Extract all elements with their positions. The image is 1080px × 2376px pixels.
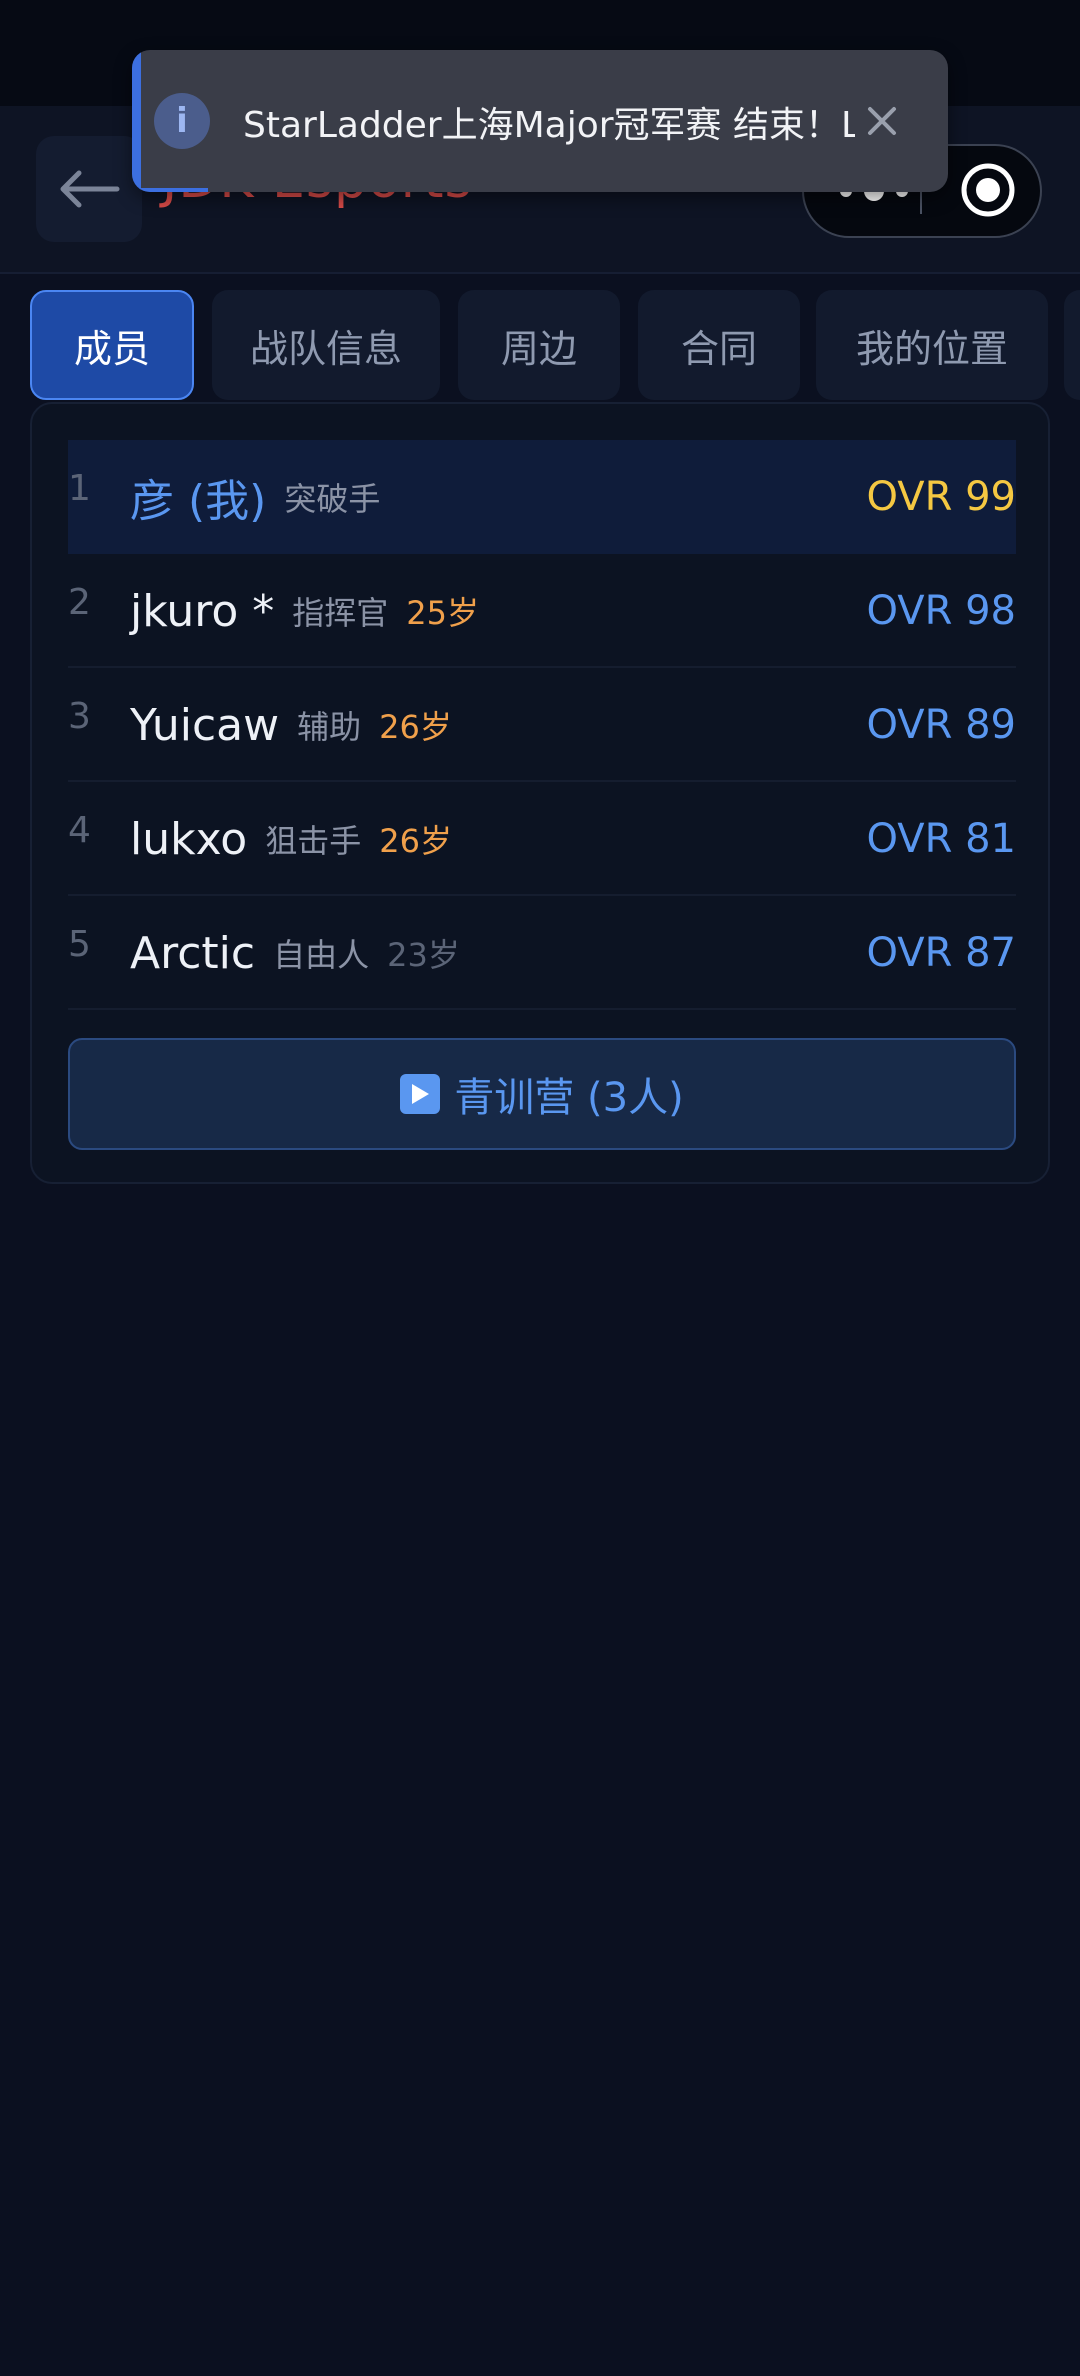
- player-name: lukxo: [130, 813, 248, 865]
- roster-row[interactable]: 5 Arctic 自由人 23岁 OVR 87: [68, 896, 1016, 1010]
- roster-row[interactable]: 3 Yuicaw 辅助 26岁 OVR 89: [68, 668, 1016, 782]
- roster-row[interactable]: 4 lukxo 狙击手 26岁 OVR 81: [68, 782, 1016, 896]
- tab-bar: 成员 战队信息 周边 合同 我的位置: [0, 288, 1080, 402]
- player-ovr: OVR 89: [866, 702, 1016, 748]
- roster-card: 1 彦 (我) 突破手 OVR 99 2 jkuro * 指挥官 25岁 OVR…: [30, 402, 1050, 1184]
- youth-camp-label: 青训营 (3人): [454, 1075, 684, 1121]
- player-rank: 4: [68, 810, 91, 851]
- player-role: 指挥官: [292, 594, 389, 632]
- tab-overflow[interactable]: [1064, 290, 1080, 400]
- roster-row[interactable]: 2 jkuro * 指挥官 25岁 OVR 98: [68, 554, 1016, 668]
- player-ovr: OVR 87: [866, 930, 1016, 976]
- player-ovr: OVR 81: [866, 816, 1016, 862]
- notification-toast: i StarLadder上海Major冠军赛 结束！L: [132, 50, 948, 192]
- player-role: 狙击手: [265, 822, 362, 860]
- player-rank: 1: [68, 468, 91, 509]
- target-icon[interactable]: [956, 158, 1020, 222]
- player-rank: 3: [68, 696, 91, 737]
- player-role: 自由人: [273, 936, 370, 974]
- player-ovr: OVR 98: [866, 588, 1016, 634]
- back-button[interactable]: [36, 136, 142, 242]
- player-rank: 2: [68, 582, 91, 623]
- tab-my-position[interactable]: 我的位置: [816, 290, 1048, 400]
- player-age: 23岁: [387, 936, 460, 974]
- player-rank: 5: [68, 924, 91, 965]
- row-divider: [68, 1008, 1016, 1010]
- player-role: 突破手: [284, 480, 381, 518]
- player-role: 辅助: [297, 708, 362, 746]
- toast-message: StarLadder上海Major冠军赛 结束！L: [243, 105, 855, 146]
- toast-accent-bar: [132, 50, 141, 192]
- tab-contract[interactable]: 合同: [638, 290, 800, 400]
- toast-progress-bar: [132, 188, 208, 192]
- youth-camp-button[interactable]: 青训营 (3人): [68, 1038, 1016, 1150]
- info-icon: i: [154, 93, 210, 149]
- player-age: 26岁: [379, 708, 452, 746]
- roster-row[interactable]: 1 彦 (我) 突破手 OVR 99: [68, 440, 1016, 554]
- tab-team-info[interactable]: 战队信息: [212, 290, 440, 400]
- player-name: 彦 (我): [130, 476, 267, 527]
- player-name: Yuicaw: [130, 699, 280, 751]
- close-icon[interactable]: [854, 91, 910, 151]
- player-name: Arctic: [130, 927, 256, 979]
- player-age: 25岁: [406, 594, 480, 632]
- player-name: jkuro *: [130, 585, 275, 637]
- tab-members[interactable]: 成员: [30, 290, 194, 400]
- play-icon: [400, 1074, 441, 1114]
- tab-merch[interactable]: 周边: [458, 290, 620, 400]
- player-ovr: OVR 99: [866, 474, 1016, 520]
- arrow-left-icon: [60, 170, 120, 208]
- player-age: 26岁: [379, 822, 452, 860]
